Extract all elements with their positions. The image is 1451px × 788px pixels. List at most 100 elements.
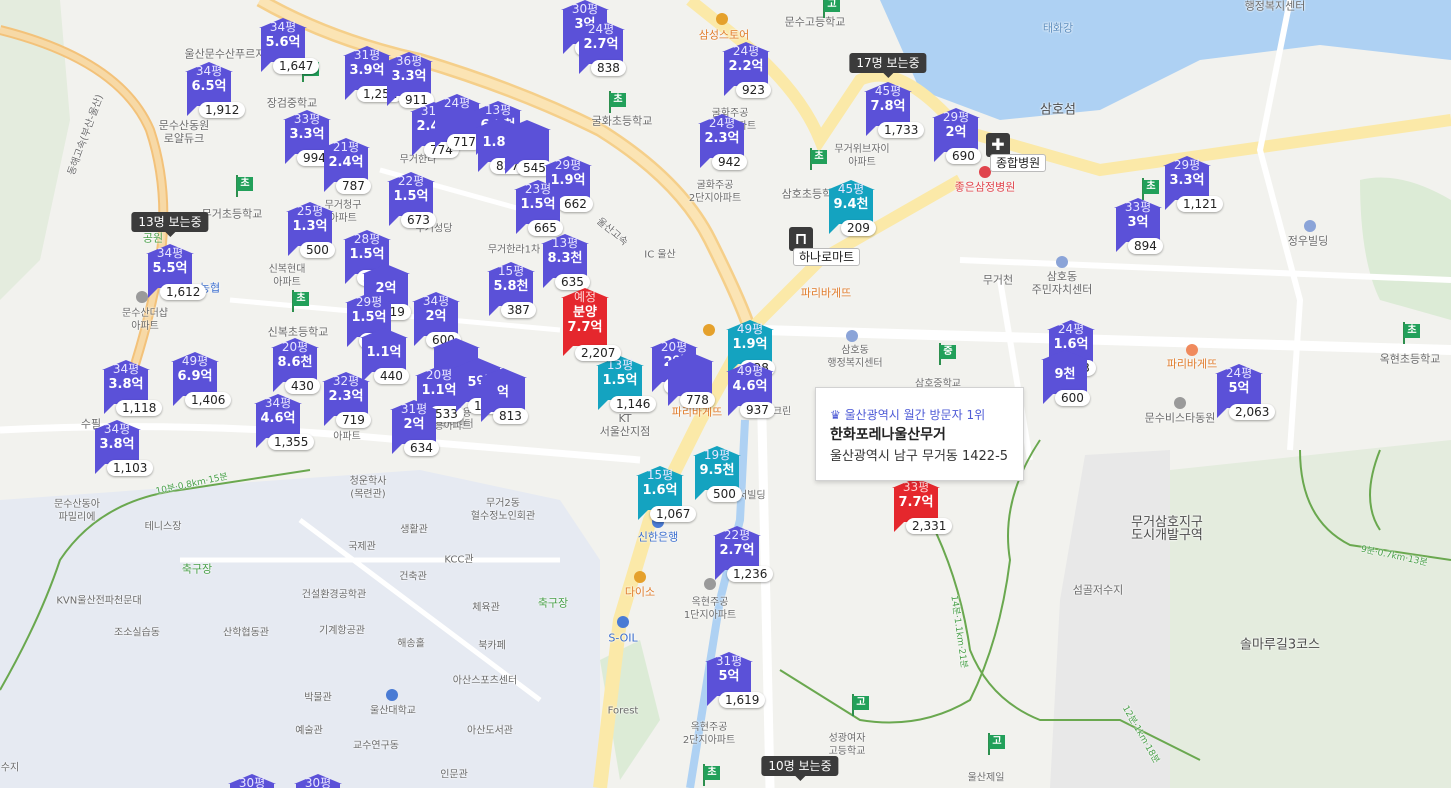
school-flag-icon[interactable]: 고 <box>820 0 840 20</box>
apartment-price-marker[interactable]: 9천 600 <box>1039 350 1091 412</box>
marker-pyeong: 49평 <box>181 354 209 368</box>
school-flag-icon[interactable]: 초 <box>1400 322 1420 346</box>
apartment-price-marker[interactable]: 15평 5.8천 387 <box>485 262 537 324</box>
marker-price: 3.3억 <box>1169 173 1205 188</box>
apartment-price-marker[interactable]: 34평 5.5억 1,612 <box>144 244 207 306</box>
place-label: KVN울산전파천문대 <box>56 595 142 607</box>
place-label: 파리바게뜨 <box>1166 357 1218 371</box>
landmark-icon[interactable] <box>846 330 858 342</box>
school-flag-icon[interactable]: 중 <box>936 343 956 367</box>
place-label: 축구장 <box>537 596 569 610</box>
school-flag-icon[interactable]: 초 <box>233 175 253 199</box>
school-flag-icon[interactable]: 초 <box>807 148 827 172</box>
apartment-price-marker[interactable]: 34평 5.6억 1,647 <box>257 18 320 80</box>
school-flag-icon[interactable]: 초 <box>289 290 309 314</box>
marker-pyeong: 30평 <box>238 776 266 788</box>
apartment-price-marker[interactable]: 13평 1.5억 1,146 <box>594 356 657 418</box>
marker-price: 7.7억 <box>567 320 603 335</box>
school-flag-icon[interactable]: 고 <box>985 733 1005 757</box>
mart-label[interactable]: 하나로마트 <box>793 248 861 266</box>
marker-house-shape: 32평 2.3억 <box>320 372 372 426</box>
place-label: 신복초등학교 <box>267 325 329 339</box>
apartment-price-marker[interactable]: 20평 8.6천 430 <box>269 338 321 400</box>
school-flag-icon[interactable]: 고 <box>849 694 869 718</box>
marker-price: 1.5억 <box>351 310 387 325</box>
apartment-price-marker[interactable]: 25평 1.3억 500 <box>284 202 336 264</box>
place-label: 아산스포츠센터 <box>452 675 518 687</box>
store-icon[interactable] <box>716 13 728 25</box>
apartment-price-marker[interactable]: 34평 3.8억 1,103 <box>91 420 154 482</box>
marker-house-shape: 31평 5억 <box>703 652 755 706</box>
school-flag-icon[interactable]: 초 <box>700 764 720 788</box>
marker-price: 1.1억 <box>366 345 402 360</box>
apartment-price-marker[interactable]: 45평 9.4천 209 <box>825 180 877 242</box>
presale-apartment-marker[interactable]: 예정 분양 7.7억 2,207 <box>559 288 622 361</box>
apartment-price-marker[interactable]: 23평 1.5억 665 <box>512 180 564 242</box>
marker-household-count: 1,647 <box>273 58 320 74</box>
apartment-price-marker[interactable]: 24평 2.3억 942 <box>696 114 748 176</box>
apartment-price-marker[interactable]: 33평 3억 894 <box>1112 198 1164 260</box>
apartment-price-marker[interactable]: 778 <box>664 352 716 414</box>
apartment-price-marker[interactable]: 21평 2.4억 787 <box>320 138 372 200</box>
apartment-price-marker[interactable]: 34평 3.8억 1,118 <box>100 360 163 422</box>
bakery-icon[interactable] <box>1186 344 1198 356</box>
apartment-icon[interactable] <box>1174 397 1186 409</box>
hospital-label[interactable]: 종합병원 <box>990 154 1047 172</box>
marker-pyeong: 33평 <box>1124 200 1152 214</box>
viewing-count-badge[interactable]: 13명 보는중 <box>131 212 209 237</box>
apartment-price-marker[interactable]: 32평 2.3억 719 <box>320 372 372 434</box>
apartment-price-marker[interactable]: 30평 <box>226 774 278 788</box>
marker-price: 8.6천 <box>277 355 313 370</box>
apartment-price-marker[interactable]: 31평 2억 634 <box>388 400 440 462</box>
school-flag-icon[interactable]: 초 <box>606 91 626 115</box>
landmark-icon[interactable] <box>1304 220 1316 232</box>
place-label: 옥현주공 2단지아파트 <box>682 722 736 746</box>
marker-price: 3.3억 <box>391 69 427 84</box>
shopping-icon[interactable] <box>634 571 646 583</box>
apartment-price-marker[interactable]: 29평 3.3억 1,121 <box>1161 156 1224 218</box>
place-label: 박물관 <box>304 692 332 704</box>
marker-price: 1.6억 <box>642 483 678 498</box>
viewing-count-badge[interactable]: 10명 보는중 <box>761 756 839 781</box>
apartment-price-marker[interactable]: 29평 2억 690 <box>930 108 982 170</box>
place-label: 옥현주공 1단지아파트 <box>683 597 737 621</box>
place-label: 예술관 <box>295 725 323 737</box>
marker-household-count: 1,612 <box>160 284 207 300</box>
marker-pyeong: 24평 <box>1225 366 1253 380</box>
place-label: S-OIL <box>608 631 638 645</box>
apartment-price-marker[interactable]: 24평 2.2억 923 <box>720 42 772 104</box>
apartment-price-marker[interactable]: 22평 2.7억 1,236 <box>711 526 774 588</box>
apartment-info-popup[interactable]: ♛ 울산광역시 월간 방문자 1위 한화포레나울산무거 울산광역시 남구 무거동… <box>815 387 1024 481</box>
apartment-price-marker[interactable]: 24평 5억 2,063 <box>1213 364 1276 426</box>
apartment-price-marker[interactable]: 33평 7.7억 2,331 <box>890 478 953 540</box>
marker-pyeong: 34평 <box>269 20 297 34</box>
place-label: 신한은행 <box>637 530 679 544</box>
apartment-price-marker[interactable]: 19평 9.5천 500 <box>691 446 743 508</box>
apartment-price-marker[interactable]: 31평 5억 1,619 <box>703 652 766 714</box>
marker-house-shape: 31평 2억 <box>388 400 440 454</box>
marker-household-count: 430 <box>285 378 320 394</box>
apartment-price-marker[interactable]: 15평 1.6억 1,067 <box>634 466 697 528</box>
apartment-price-marker[interactable]: 억 813 <box>477 368 529 430</box>
apartment-price-marker[interactable]: 49평 6.9억 1,406 <box>169 352 232 414</box>
apartment-price-marker[interactable]: 49평 4.6억 937 <box>724 362 776 424</box>
gas-station-icon[interactable] <box>617 616 629 628</box>
marker-household-count: 1,146 <box>610 396 657 412</box>
apartment-price-marker[interactable]: 34평 6.5억 1,912 <box>183 62 246 124</box>
apartment-price-marker[interactable]: 13평 8.3천 635 <box>539 234 591 296</box>
apartment-price-marker[interactable]: 22평 1.5억 673 <box>385 172 437 234</box>
landmark-icon[interactable] <box>1056 256 1068 268</box>
marker-pyeong: 34평 <box>103 422 131 436</box>
apartment-price-marker[interactable]: 45평 7.8억 1,733 <box>862 82 925 144</box>
marker-household-count: 1,067 <box>650 506 697 522</box>
map-canvas[interactable]: 태화강 삼호섬 행정복지센터 문수고등학교 삼성스토어 굴화초등학교 굴화주공 … <box>0 0 1451 788</box>
marker-house-shape: 33평 7.7억 <box>890 478 942 532</box>
apartment-price-marker[interactable]: 30평 <box>292 774 344 788</box>
university-icon[interactable] <box>386 689 398 701</box>
place-label: 무거한라1차 <box>487 244 541 256</box>
cafe-icon[interactable] <box>703 324 715 336</box>
apartment-price-marker[interactable]: 34평 4.6억 1,355 <box>252 394 315 456</box>
marker-price: 5.5억 <box>152 261 188 276</box>
viewing-count-badge[interactable]: 17명 보는중 <box>849 53 927 78</box>
apartment-price-marker[interactable]: 24평 2.7억 838 <box>575 20 627 82</box>
